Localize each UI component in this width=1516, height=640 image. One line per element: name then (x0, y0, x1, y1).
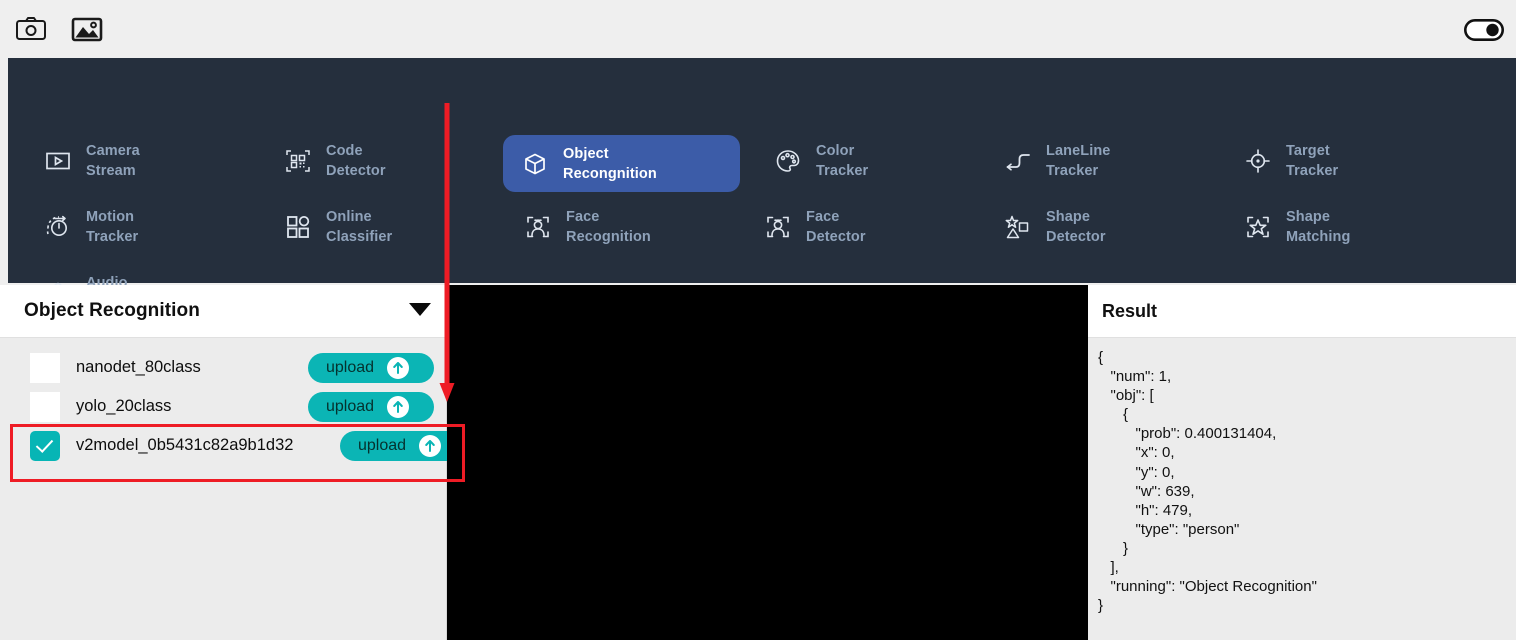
face-scan-icon (764, 213, 792, 241)
nav-item-color-tracker[interactable]: Color Tracker (764, 135, 878, 187)
model-name: nanodet_80class (76, 358, 201, 376)
nav-item-object-recognition[interactable]: Object Recongnition (503, 135, 740, 192)
mode-nav-grid: Camera Stream Code Detector Object Recon… (8, 58, 1516, 311)
nav-item-shape-detector[interactable]: Shape Detector (994, 201, 1116, 253)
result-panel-body: { "num": 1, "obj": [ { "prob": 0.4001314… (1088, 338, 1516, 640)
upload-arrow-icon (387, 396, 410, 418)
nav-item-camera-stream[interactable]: Camera Stream (34, 135, 150, 187)
model-panel-title: Object Recognition (24, 300, 200, 321)
upload-label: upload (326, 398, 375, 415)
nav-item-face-detector[interactable]: Face Detector (754, 201, 876, 253)
result-panel-title: Result (1102, 300, 1158, 321)
nav-item-face-recognition[interactable]: Face Recognition (514, 201, 661, 253)
nav-item-label: Motion Tracker (86, 209, 139, 245)
toolbar-icon-group (14, 12, 104, 46)
upload-arrow-icon (387, 357, 410, 379)
video-preview[interactable] (447, 285, 1088, 640)
top-toolbar (0, 0, 1516, 58)
video-play-icon (44, 147, 72, 175)
model-list-panel: Object Recognition nanodet_80class uploa… (0, 285, 466, 640)
mode-nav-panel: Camera Stream Code Detector Object Recon… (8, 58, 1516, 311)
face-scan-icon (524, 213, 552, 241)
grid-shapes-icon (284, 213, 312, 241)
nav-item-code-detector[interactable]: Code Detector (274, 135, 396, 187)
nav-item-label: LaneLine Tracker (1046, 143, 1111, 179)
shape-scan-icon (1244, 213, 1272, 241)
qr-code-icon (284, 147, 312, 175)
cube-icon (521, 150, 549, 178)
nav-item-online-classifier[interactable]: Online Classifier (274, 201, 402, 253)
model-name: yolo_20class (76, 397, 172, 415)
lane-line-icon (1004, 147, 1032, 175)
nav-item-label: Target Tracker (1286, 143, 1339, 179)
crosshair-icon (1244, 147, 1272, 175)
camera-icon[interactable] (14, 12, 48, 46)
nav-item-laneline-tracker[interactable]: LaneLine Tracker (994, 135, 1120, 187)
nav-item-label: Object Recongnition (563, 145, 657, 182)
upload-button[interactable]: upload (308, 353, 434, 383)
nav-item-motion-tracker[interactable]: Motion Tracker (34, 201, 148, 253)
result-panel-header: Result (1088, 285, 1516, 338)
image-icon[interactable] (70, 12, 104, 46)
nav-item-label: Online Classifier (326, 209, 393, 245)
nav-item-label: Code Detector (326, 143, 386, 179)
nav-item-target-tracker[interactable]: Target Tracker (1234, 135, 1348, 187)
upload-button[interactable]: upload (308, 392, 434, 422)
nav-item-label: Shape Matching (1286, 209, 1351, 245)
result-json-text: { "num": 1, "obj": [ { "prob": 0.4001314… (1098, 349, 1317, 615)
model-panel-header[interactable]: Object Recognition (0, 285, 447, 338)
upload-label: upload (358, 437, 407, 454)
model-checkbox[interactable] (30, 352, 60, 383)
model-row-selected[interactable]: v2model_0b5431c82a9b1d32 upload (0, 426, 466, 465)
model-checkbox[interactable] (30, 391, 60, 422)
model-checkbox[interactable] (30, 430, 60, 461)
motion-dial-icon (44, 213, 72, 241)
model-row[interactable]: yolo_20class upload (0, 387, 447, 426)
upload-label: upload (326, 359, 375, 376)
power-toggle-switch[interactable] (1463, 18, 1505, 41)
nav-item-label: Color Tracker (816, 143, 869, 179)
nav-item-shape-matching[interactable]: Shape Matching (1234, 201, 1360, 253)
palette-icon (774, 147, 802, 175)
app-root: Camera Stream Code Detector Object Recon… (0, 0, 1516, 640)
upload-arrow-icon (419, 435, 442, 457)
nav-item-label: Camera Stream (86, 143, 140, 179)
model-name: v2model_0b5431c82a9b1d32 (76, 436, 294, 454)
nav-item-label: Shape Detector (1046, 209, 1106, 245)
nav-item-label: Face Recognition (566, 209, 651, 245)
result-panel: Result { "num": 1, "obj": [ { "prob": 0.… (1088, 285, 1516, 640)
nav-item-label: Face Detector (806, 209, 866, 245)
shapes-icon (1004, 213, 1032, 241)
chevron-down-icon[interactable] (409, 303, 431, 316)
model-row[interactable]: nanodet_80class upload (0, 348, 447, 387)
